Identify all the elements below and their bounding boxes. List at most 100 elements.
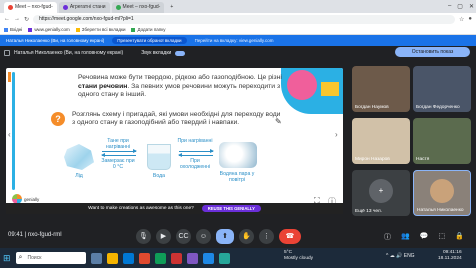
reload-icon[interactable]: ↻	[24, 16, 29, 23]
participant-tile[interactable]: Настя	[413, 118, 471, 164]
slide-accent	[12, 72, 15, 190]
address-bar-row: ← → ↻ https://meet.google.com/nxo-fgud-m…	[0, 13, 476, 25]
system-tray[interactable]: ^ ☁ 🔊 ENG	[386, 253, 415, 259]
arrow-right	[179, 149, 214, 153]
cloud-image	[219, 142, 257, 168]
weather-widget[interactable]: 5°C Mostly cloudy	[284, 250, 313, 262]
participant-name: Богдан Наумов	[355, 105, 389, 110]
url-field[interactable]: https://meet.google.com/nxo-fgud-ml?pli=…	[33, 14, 455, 24]
self-tile[interactable]: Наталья Николаенко	[413, 170, 471, 216]
chrome-icon[interactable]	[154, 252, 166, 264]
star-icon[interactable]: ☆	[459, 16, 464, 23]
slide-decoration	[321, 82, 339, 96]
present-icon	[4, 50, 10, 56]
bookmark-item[interactable]: Зберегти всі вкладки	[75, 27, 125, 32]
arrow-left	[101, 153, 136, 157]
presented-slide: Речовина може бути твердою, рідкою або г…	[6, 68, 343, 214]
arrow-label: Тане при нагріванні	[105, 138, 131, 150]
opera-icon[interactable]	[170, 252, 182, 264]
taskbar-search-input[interactable]: Поиск	[15, 252, 86, 264]
emoji-icon[interactable]: ☺	[196, 229, 211, 244]
arrow-label: При охолодженні	[179, 158, 211, 170]
participant-name: Ещё 13 чел.	[355, 209, 382, 214]
forward-icon[interactable]: →	[14, 16, 20, 22]
genially-reuse-bar: Want to make creations as awesome as thi…	[6, 203, 343, 214]
water-states-diagram: Лід Тане при нагріванні Замерзає при 0 °…	[52, 136, 292, 188]
meet-favicon-icon	[8, 5, 13, 10]
new-tab-button[interactable]: +	[166, 2, 177, 13]
pointer-icon: ✎	[275, 117, 282, 126]
app-icon[interactable]	[218, 252, 230, 264]
presenter-header: Наталья Николаенко (Ви, на головному екр…	[4, 48, 349, 58]
task-view-icon[interactable]	[90, 252, 102, 264]
meeting-time: 09:41	[8, 232, 24, 238]
participant-name: Настя	[416, 157, 430, 162]
slide-decoration	[287, 70, 317, 100]
reuse-button[interactable]: REUSE THIS GENIALLY	[201, 205, 261, 212]
weather-desc: Mostly cloudy	[284, 256, 314, 261]
windows-start-icon[interactable]: ⊞	[3, 253, 11, 264]
bookmark-item[interactable]: www.genially.com	[28, 27, 70, 32]
present-icon[interactable]: ⬆	[216, 229, 234, 244]
tab-label: Агрегатні стани	[69, 4, 106, 10]
tab-sound-toggle[interactable]	[175, 50, 186, 56]
raise-hand-icon[interactable]: ✋	[239, 229, 254, 244]
bookmark-item[interactable]: Додати папку	[131, 27, 165, 32]
avatar: +	[369, 179, 393, 203]
file-explorer-icon[interactable]	[106, 252, 118, 264]
switch-tab-link[interactable]: Перейти на вкладку: view.genially.com	[195, 38, 274, 43]
call-controls: 🎙 ▶ CC ☺ ⬆ ✋ ⋮ ☎	[136, 229, 301, 244]
maximize-icon[interactable]: ▢	[457, 3, 463, 10]
bookmark-icon	[131, 27, 136, 32]
bookmark-item[interactable]: Вхідні	[4, 27, 22, 32]
logo-text: genially	[24, 196, 40, 202]
reuse-text: Want to make creations as awesome as thi…	[88, 206, 194, 211]
chat-icon[interactable]: 💬	[420, 232, 429, 242]
word-icon[interactable]	[202, 252, 214, 264]
profile-icon[interactable]: ●	[468, 16, 472, 22]
clock-date: 18.11.2024	[438, 256, 462, 261]
arrow-right	[102, 149, 137, 153]
arrow-label: Замерзає при 0 °С	[101, 158, 135, 170]
side-panel-controls: ⓘ 👥 💬 ⬚ 🔒	[384, 232, 464, 242]
window-controls: – ▢ ✕	[448, 0, 474, 12]
info-icon[interactable]: ⓘ	[384, 232, 391, 242]
share-this-tab-button[interactable]: Презентувати обраної вкладки	[112, 37, 187, 44]
slide-paragraph-1: Речовина може бути твердою, рідкою або г…	[78, 74, 283, 100]
participant-tile[interactable]: Богдан Наумов	[352, 66, 410, 112]
captions-icon[interactable]: CC	[176, 229, 191, 244]
leave-call-button[interactable]: ☎	[279, 229, 301, 244]
minimize-icon[interactable]: –	[448, 3, 451, 9]
tab-label: Meet – nxo-fgud-	[122, 4, 161, 10]
browser-tab-meet-2[interactable]: Meet – nxo-fgud-	[111, 2, 165, 13]
people-icon[interactable]: 👥	[401, 232, 410, 242]
state-label: Водяна пара у повітрі	[219, 171, 255, 183]
taskbar-clock[interactable]: 09:41:16 18.11.2024	[438, 250, 462, 262]
back-icon[interactable]: ←	[4, 16, 10, 22]
participant-tile[interactable]: Богдан Федорченко	[413, 66, 471, 112]
stop-presenting-button[interactable]: Остановить показ	[395, 47, 470, 57]
tab-label: Meet – nxo-fgud-	[15, 4, 53, 10]
more-options-icon[interactable]: ⋮	[259, 229, 274, 244]
participant-tile[interactable]: Мирон Назаров	[352, 118, 410, 164]
participant-name: Наталья Николаенко	[417, 208, 464, 213]
next-slide-icon[interactable]: ›	[335, 130, 338, 139]
slide-accent	[8, 72, 11, 82]
app-icon[interactable]	[186, 252, 198, 264]
browser-tab-strip: Meet – nxo-fgud- Агрегатні стани Meet – …	[0, 0, 476, 13]
close-icon[interactable]: ✕	[469, 3, 474, 10]
para-bold: стани речовин	[78, 82, 128, 90]
more-participants-tile[interactable]: + Ещё 13 чел.	[352, 170, 410, 216]
browser-tab-genially[interactable]: Агрегатні стани	[58, 2, 110, 13]
mic-icon[interactable]: 🎙	[136, 229, 151, 244]
bookmark-icon	[4, 27, 8, 32]
ice-image	[64, 144, 94, 170]
browser-tab-meet[interactable]: Meet – nxo-fgud-	[4, 2, 57, 13]
activities-icon[interactable]: ⬚	[438, 232, 445, 242]
edge-icon[interactable]	[122, 252, 134, 264]
state-label: Вода	[152, 173, 166, 179]
office-icon[interactable]	[138, 252, 150, 264]
camera-icon[interactable]: ▶	[156, 229, 171, 244]
prev-slide-icon[interactable]: ‹	[8, 130, 11, 139]
lock-icon[interactable]: 🔒	[455, 232, 464, 242]
